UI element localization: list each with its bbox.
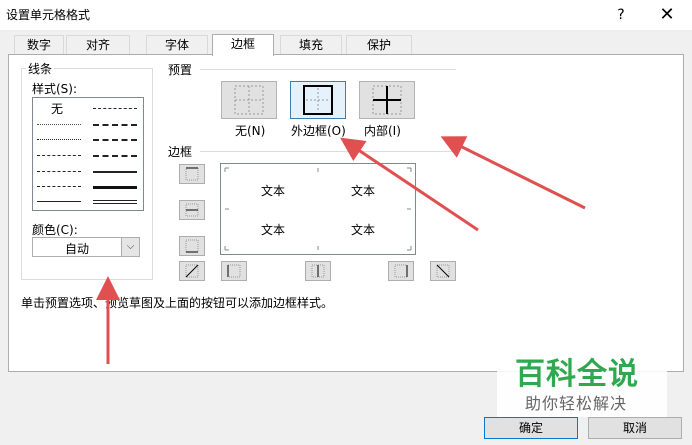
preset-none-label: 无(N) <box>235 124 266 138</box>
border-top-icon <box>185 167 199 181</box>
line-style-thick[interactable] <box>93 186 137 189</box>
tab-alignment[interactable]: 对齐 <box>66 35 130 55</box>
title-bar: 设置单元格格式 ? ✕ <box>0 0 692 30</box>
line-group-label: 线条 <box>26 60 55 77</box>
no-border-icon <box>234 85 264 115</box>
border-left-icon <box>227 264 241 278</box>
tab-border[interactable]: 边框 <box>212 34 274 56</box>
diagonal-up-border-button[interactable] <box>179 261 205 281</box>
line-style-hair[interactable] <box>37 124 81 125</box>
color-label: 颜色(C): <box>32 223 78 237</box>
line-style-dotted[interactable] <box>37 139 81 140</box>
line-style-double[interactable] <box>93 200 137 204</box>
tab-protection[interactable]: 保护 <box>346 35 412 55</box>
diagonal-down-border-button[interactable] <box>430 261 456 281</box>
help-button[interactable]: ? <box>606 3 636 27</box>
chevron-down-icon[interactable]: ⌵ <box>121 238 139 256</box>
border-middle-horizontal-icon <box>185 203 199 217</box>
preview-corner-marks <box>224 167 412 251</box>
line-style-none[interactable]: 无 <box>51 100 63 117</box>
inside-border-icon <box>372 85 402 115</box>
line-style-dash-dot[interactable] <box>37 171 81 172</box>
border-diagonal-up-icon <box>185 264 199 278</box>
preset-none-button[interactable] <box>221 81 277 119</box>
border-divider <box>200 151 456 152</box>
line-style-dash-dot-dot[interactable] <box>37 155 81 156</box>
top-border-button[interactable] <box>179 164 205 184</box>
watermark-slogan: 助你轻松解决 <box>525 394 628 413</box>
border-middle-vertical-icon <box>311 264 325 278</box>
line-style-slant-dash-dot[interactable] <box>93 124 137 126</box>
preview-text-bottom-left: 文本 <box>261 223 286 237</box>
left-border-button[interactable] <box>221 261 247 281</box>
line-style-medium-dash-dot-dot[interactable] <box>93 108 137 109</box>
tab-font[interactable]: 字体 <box>146 35 208 55</box>
preview-text-top-left: 文本 <box>261 184 286 198</box>
tab-number[interactable]: 数字 <box>14 35 64 55</box>
preset-outline-button[interactable] <box>290 81 346 119</box>
line-style-medium-dash-dot[interactable] <box>93 139 137 141</box>
right-border-button[interactable] <box>388 261 414 281</box>
hint-text: 单击预置选项、预览草图及上面的按钮可以添加边框样式。 <box>21 296 334 310</box>
preview-text-bottom-right: 文本 <box>351 223 376 237</box>
color-dropdown-value: 自动 <box>64 242 89 256</box>
border-right-icon <box>394 264 408 278</box>
bottom-border-button[interactable] <box>179 236 205 256</box>
border-diagonal-down-icon <box>436 264 450 278</box>
presets-group-label: 预置 <box>166 61 195 78</box>
line-style-medium[interactable] <box>93 171 137 173</box>
border-bottom-icon <box>185 239 199 253</box>
watermark-logo-text: 百科全说 <box>515 357 639 392</box>
color-dropdown[interactable]: 自动 ⌵ <box>32 237 140 257</box>
border-group-label: 边框 <box>166 143 195 160</box>
line-style-medium-dashed[interactable] <box>93 155 137 157</box>
line-style-list[interactable]: 无 <box>32 97 144 211</box>
line-style-thin[interactable] <box>37 201 81 202</box>
tab-fill[interactable]: 填充 <box>280 35 342 55</box>
cancel-button[interactable]: 取消 <box>588 417 682 439</box>
preset-outline-label: 外边框(O) <box>291 124 346 138</box>
outline-border-icon <box>303 85 333 115</box>
middle-vertical-border-button[interactable] <box>305 261 331 281</box>
line-style-dashed[interactable] <box>37 186 81 187</box>
middle-horizontal-border-button[interactable] <box>179 200 205 220</box>
preset-inside-label: 内部(I) <box>364 124 401 138</box>
dialog-title: 设置单元格格式 <box>6 8 91 22</box>
presets-divider <box>200 69 456 70</box>
style-label: 样式(S): <box>32 82 78 96</box>
border-preview[interactable]: 文本 文本 文本 文本 <box>220 163 416 255</box>
preview-text-top-right: 文本 <box>351 184 376 198</box>
ok-button[interactable]: 确定 <box>484 417 578 439</box>
close-button[interactable]: ✕ <box>652 3 682 27</box>
preset-inside-button[interactable] <box>359 81 415 119</box>
